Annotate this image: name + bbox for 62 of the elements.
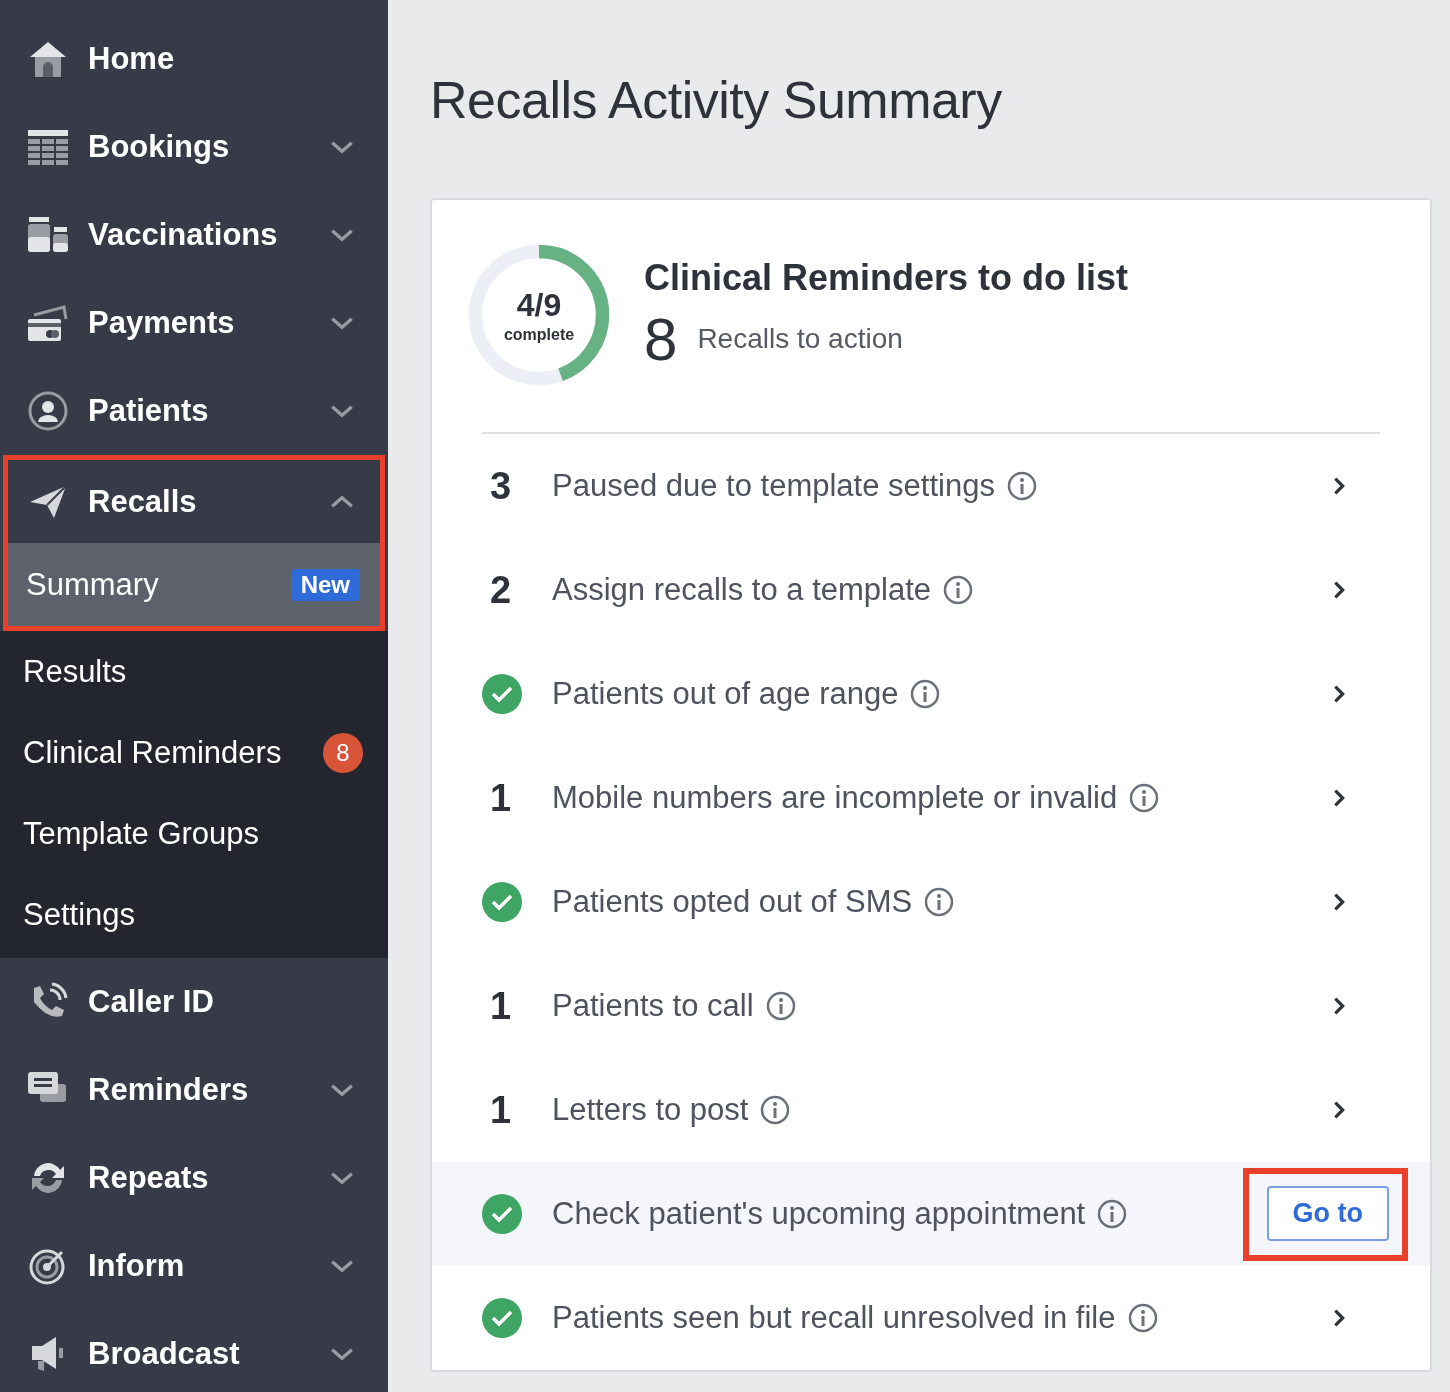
count-label: Recalls to action: [697, 323, 903, 355]
task-row[interactable]: 1 Patients to call: [432, 954, 1430, 1058]
credit-card-icon: [28, 303, 68, 343]
info-icon[interactable]: [1129, 783, 1160, 813]
task-row[interactable]: 3 Paused due to template settings: [432, 434, 1430, 538]
task-label: Assign recalls to a template: [552, 572, 932, 608]
task-count: 1: [489, 984, 512, 1028]
sub-nav-item[interactable]: Summary New: [8, 543, 380, 626]
task-row[interactable]: Patients seen but recall unresolved in file: [432, 1266, 1430, 1370]
progress-value: 4/9: [516, 286, 562, 324]
info-icon[interactable]: [760, 1095, 791, 1125]
task-label: Letters to post: [552, 1092, 749, 1128]
task-label: Check patient's upcoming appointment: [552, 1196, 1086, 1232]
check-icon: [482, 882, 522, 922]
info-icon[interactable]: [924, 887, 955, 917]
calendar-icon: [28, 127, 68, 167]
check-icon: [482, 674, 522, 714]
vials-icon: [28, 215, 68, 255]
task-row[interactable]: Patients out of age range: [432, 642, 1430, 746]
info-icon[interactable]: [765, 991, 796, 1021]
page-title: Recalls Activity Summary: [430, 70, 1003, 130]
recall-count: 8: [644, 304, 678, 374]
task-row[interactable]: 1 Mobile numbers are incomplete or invalid: [432, 746, 1430, 850]
info-icon[interactable]: [1006, 471, 1037, 501]
task-count: 1: [489, 776, 512, 820]
task-row[interactable]: 2 Assign recalls to a template: [432, 538, 1430, 642]
info-icon[interactable]: [943, 575, 974, 605]
info-icon[interactable]: [1097, 1199, 1128, 1229]
nav-item[interactable]: Broadcast: [0, 1310, 388, 1392]
task-row[interactable]: Patients opted out of SMS: [432, 850, 1430, 954]
nav-item[interactable]: Reminders: [0, 1046, 388, 1134]
nav-item[interactable]: Recalls: [8, 460, 380, 543]
card-heading: Clinical Reminders to do list: [644, 256, 1129, 299]
task-count: 3: [489, 464, 512, 508]
task-label: Patients seen but recall unresolved in file: [552, 1300, 1116, 1336]
nav-item[interactable]: Vaccinations: [0, 191, 388, 279]
nav-item[interactable]: Bookings: [0, 103, 388, 191]
nav-item[interactable]: Repeats: [0, 1134, 388, 1222]
nav-item[interactable]: Patients: [0, 367, 388, 455]
house-icon: [28, 39, 68, 79]
go-to-button[interactable]: Go to: [1266, 1185, 1389, 1241]
task-row[interactable]: 1 Letters to post: [432, 1058, 1430, 1162]
badge: 8: [323, 732, 363, 773]
task-label: Patients out of age range: [552, 676, 899, 712]
task-label: Mobile numbers are incomplete or invalid: [552, 780, 1118, 816]
badge: New: [290, 568, 360, 601]
check-icon: [482, 1194, 522, 1234]
progress-caption: complete: [503, 325, 575, 344]
task-count: 2: [489, 568, 512, 612]
nav-item[interactable]: Home: [0, 15, 388, 103]
nav-item[interactable]: Caller ID: [0, 958, 388, 1046]
task-label: Paused due to template settings: [552, 468, 995, 504]
check-icon: [482, 1298, 522, 1338]
info-icon[interactable]: [1127, 1303, 1158, 1333]
task-count: 1: [489, 1088, 512, 1132]
nav-item[interactable]: Inform: [0, 1222, 388, 1310]
nav-item[interactable]: Payments: [0, 279, 388, 367]
task-label: Patients opted out of SMS: [552, 884, 913, 920]
task-row[interactable]: Check patient's upcoming appointment Go to: [432, 1162, 1430, 1266]
info-icon[interactable]: [910, 679, 941, 709]
task-label: Patients to call: [552, 988, 754, 1024]
user-icon: [28, 391, 68, 431]
